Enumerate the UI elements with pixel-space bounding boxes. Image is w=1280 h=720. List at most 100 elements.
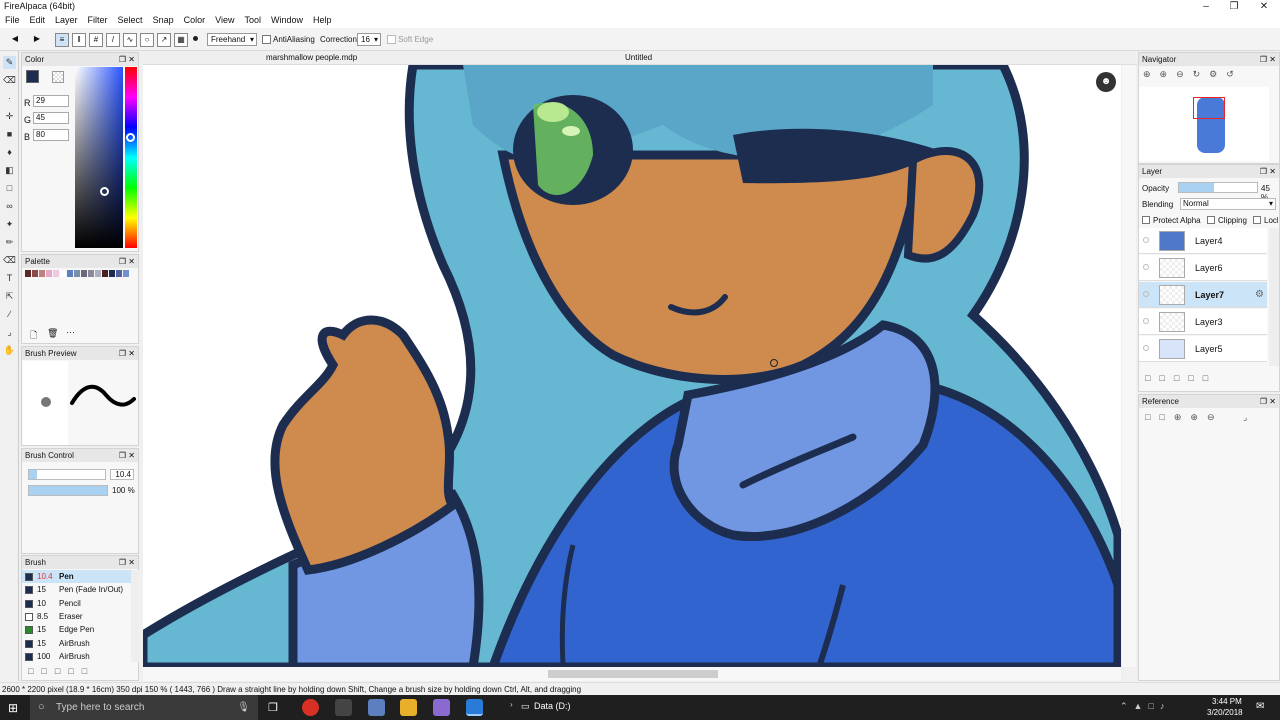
pen-tool-icon[interactable]: ✎ (3, 56, 16, 69)
palette-swatch[interactable] (81, 270, 87, 277)
canvas-horizontal-scrollbar[interactable] (143, 667, 1121, 681)
menu-color[interactable]: Color (179, 13, 211, 28)
panel-close-icon[interactable]: ❐ ✕ (119, 255, 135, 268)
r-input[interactable]: 29 (33, 95, 69, 107)
navigator-zoom-icons[interactable]: ⊕⊕⊖↻⚙↺ (1143, 69, 1243, 80)
brush-item[interactable]: 15 AirBrush (22, 637, 135, 650)
close-button[interactable]: ✕ (1250, 0, 1278, 13)
eraser-tool-icon[interactable]: ⌫ (3, 74, 16, 87)
panel-close-icon[interactable]: ❐ ✕ (119, 53, 135, 66)
palette-swatch[interactable] (39, 270, 45, 277)
lock-checkbox[interactable] (1253, 216, 1261, 224)
menu-tool[interactable]: Tool (239, 13, 266, 28)
brush-opacity-slider[interactable] (28, 485, 108, 496)
brush-scrollbar[interactable] (131, 570, 139, 662)
palette-swatch[interactable] (60, 270, 66, 277)
antialiasing-checkbox[interactable] (262, 35, 271, 44)
menu-file[interactable]: File (0, 13, 25, 28)
palette-swatch[interactable] (67, 270, 73, 277)
brush-item[interactable]: 10 Pencil (22, 597, 135, 610)
taskbar-search[interactable]: ○ Type here to search 🎙 (30, 695, 258, 720)
dot-tool-icon[interactable]: · (3, 92, 16, 105)
snap-off-icon[interactable]: ≡ (55, 33, 69, 47)
menu-select[interactable]: Select (113, 13, 148, 28)
snap-perspective-icon[interactable]: ↗ (157, 33, 171, 47)
visibility-eye-icon[interactable] (1143, 291, 1149, 297)
snap-circle-icon[interactable]: ○ (140, 33, 154, 47)
layer-opacity-slider[interactable] (1178, 182, 1258, 193)
move-tool-icon[interactable]: ✛ (3, 110, 16, 123)
brush-item[interactable]: 10.4 Pen (22, 570, 135, 583)
palette-swatch[interactable] (88, 270, 94, 277)
palette-swatch[interactable] (123, 270, 129, 277)
restore-button[interactable]: ❐ (1220, 0, 1248, 13)
menu-view[interactable]: View (210, 13, 239, 28)
palette-swatch[interactable] (46, 270, 52, 277)
panel-close-icon[interactable]: ❐ ✕ (119, 347, 135, 360)
menu-edit[interactable]: Edit (25, 13, 51, 28)
windows-start-icon[interactable]: ⊞ (8, 701, 18, 715)
snap-curve-icon[interactable]: ∿ (123, 33, 137, 47)
bucket-tool-icon[interactable]: ♦ (3, 146, 16, 159)
transparent-color-swatch[interactable] (52, 71, 64, 83)
panel-close-icon[interactable]: ❐ ✕ (119, 556, 135, 569)
divide-tool-icon[interactable]: ∕ (3, 308, 16, 321)
panel-close-icon[interactable]: ❐ ✕ (1260, 165, 1276, 178)
visibility-eye-icon[interactable] (1143, 318, 1149, 324)
brush-item[interactable]: 15 Edge Pen (22, 623, 135, 636)
stroke-mode-select[interactable]: Freehand ▾ (207, 33, 257, 46)
hue-slider-handle[interactable] (126, 133, 135, 142)
brush-item[interactable]: 100 AirBrush (22, 650, 135, 662)
tab-untitled[interactable]: Untitled (625, 53, 652, 62)
app-icon-3[interactable] (433, 699, 450, 716)
menu-filter[interactable]: Filter (83, 13, 113, 28)
saturation-value-picker[interactable] (75, 67, 123, 248)
gradient-tool-icon[interactable]: ◧ (3, 164, 16, 177)
select-pen-icon[interactable]: ✏ (3, 236, 16, 249)
canvas-avatar-icon[interactable]: ☻ (1096, 72, 1116, 92)
panel-close-icon[interactable]: ❐ ✕ (1260, 53, 1276, 66)
snap-settings-icon[interactable]: ▦ (174, 33, 188, 47)
panel-close-icon[interactable]: ❐ ✕ (119, 449, 135, 462)
palette-delete-icon[interactable]: 🗑 (47, 328, 58, 339)
palette-swatch[interactable] (102, 270, 108, 277)
notifications-icon[interactable]: ✉ (1256, 701, 1264, 712)
drawing-canvas[interactable]: ☻ (143, 65, 1121, 667)
layer-row-layer6[interactable]: Layer6 (1139, 255, 1267, 281)
palette-swatch[interactable] (53, 270, 59, 277)
menu-window[interactable]: Window (266, 13, 308, 28)
layer-scrollbar[interactable] (1269, 228, 1279, 366)
picker-cursor[interactable] (100, 187, 109, 196)
menu-help[interactable]: Help (308, 13, 337, 28)
navigator-thumbnail[interactable] (1139, 87, 1269, 161)
lasso-tool-icon[interactable]: ∞ (3, 200, 16, 213)
brush-size-input[interactable]: 10.4 (110, 469, 134, 480)
brush-item[interactable]: 8.5 Eraser (22, 610, 135, 623)
soft-edge-checkbox[interactable] (387, 35, 396, 44)
brush-size-slider[interactable] (28, 469, 106, 480)
next-icon[interactable]: ▶ (30, 33, 44, 47)
layer-row-layer4[interactable]: Layer4 (1139, 228, 1267, 254)
operation-tool-icon[interactable]: ⇱ (3, 290, 16, 303)
palette-swatch[interactable] (116, 270, 122, 277)
layer-row-layer3[interactable]: Layer3 (1139, 309, 1267, 335)
microphone-icon[interactable]: 🎙 (237, 695, 250, 720)
palette-swatch[interactable] (32, 270, 38, 277)
minimize-button[interactable]: – (1192, 0, 1220, 13)
taskbar-arrow-icon[interactable]: › (510, 700, 513, 709)
hue-slider[interactable] (125, 67, 137, 248)
palette-menu-icon[interactable]: ··· (66, 327, 75, 337)
panel-close-icon[interactable]: ❐ ✕ (1260, 395, 1276, 408)
palette-new-icon[interactable]: 🗋 (30, 328, 37, 344)
reference-toolbar-icons[interactable]: □□⊕⊕⊖ (1145, 412, 1224, 423)
protect-alpha-checkbox[interactable] (1142, 216, 1150, 224)
brush-toolbar-icons[interactable]: □□□□□ (28, 666, 95, 676)
app-icon-1[interactable] (335, 699, 352, 716)
task-view-icon[interactable]: ❐ (268, 701, 278, 714)
b-input[interactable]: 80 (33, 129, 69, 141)
menu-layer[interactable]: Layer (50, 13, 83, 28)
menu-snap[interactable]: Snap (148, 13, 179, 28)
snap-diagonal-icon[interactable]: / (106, 33, 120, 47)
tray-icons[interactable]: ⌃▲□♪ (1120, 701, 1170, 712)
text-tool-icon[interactable]: T (3, 272, 16, 285)
